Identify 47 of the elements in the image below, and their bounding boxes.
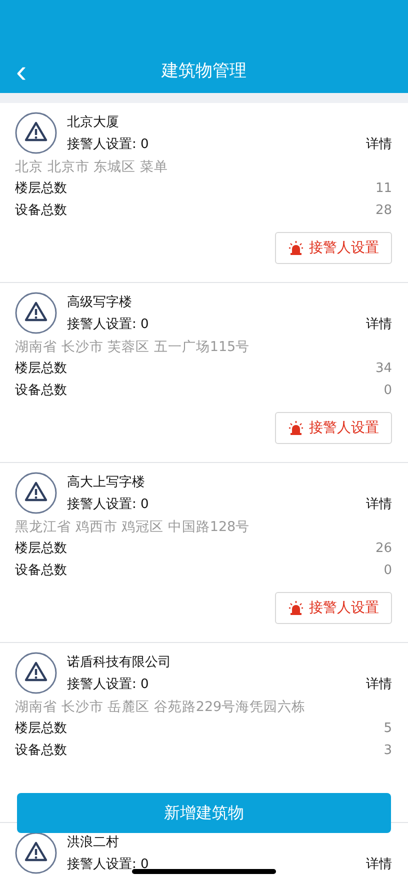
building-name: 北京大厦	[67, 115, 120, 131]
building-address: 黑龙江省 鸡西市 鸡冠区 中国路128号	[15, 518, 251, 536]
warning-icon	[15, 652, 57, 694]
stat-value: 0	[384, 382, 392, 400]
detail-link[interactable]: 详情	[366, 857, 392, 873]
warning-icon	[15, 472, 57, 514]
detail-link[interactable]: 详情	[366, 677, 392, 693]
stat-label: 设备总数	[15, 742, 67, 760]
alarm-contact-count: 接警人设置: 0	[67, 137, 149, 153]
warning-icon	[15, 112, 57, 154]
alarm-contact-count: 接警人设置: 0	[67, 497, 149, 513]
stat-value: 28	[375, 202, 392, 220]
alarm-settings-button[interactable]: 接警人设置	[275, 592, 392, 624]
detail-link[interactable]: 详情	[366, 317, 392, 333]
stat-label: 楼层总数	[15, 720, 67, 738]
building-name: 洪浪二村	[67, 835, 120, 851]
stat-label: 设备总数	[15, 382, 67, 400]
stat-value: 5	[384, 720, 392, 738]
stat-value: 34	[375, 360, 392, 378]
warning-icon	[15, 832, 57, 874]
siren-icon	[288, 420, 304, 436]
stat-value: 11	[375, 180, 392, 198]
building-address: 湖南省 长沙市 岳麓区 谷苑路229号海凭园六栋	[15, 698, 307, 716]
building-name: 诺盾科技有限公司	[67, 655, 172, 671]
building-address: 湖南省 长沙市 芙蓉区 五一广场115号	[15, 338, 251, 356]
alarm-contact-count: 接警人设置: 0	[67, 857, 149, 873]
warning-icon	[15, 292, 57, 334]
siren-icon	[288, 240, 304, 256]
stat-label: 设备总数	[15, 562, 67, 580]
alarm-contact-count: 接警人设置: 0	[67, 677, 149, 693]
stat-label: 楼层总数	[15, 180, 67, 198]
stat-label: 楼层总数	[15, 360, 67, 378]
stat-value: 26	[375, 540, 392, 558]
alarm-contact-count: 接警人设置: 0	[67, 317, 149, 333]
building-address: 北京 北京市 东城区 菜单	[15, 158, 169, 176]
stat-label: 楼层总数	[15, 540, 67, 558]
alarm-settings-button[interactable]: 接警人设置	[275, 412, 392, 444]
detail-link[interactable]: 详情	[366, 497, 392, 513]
siren-icon	[288, 600, 304, 616]
alarm-settings-button[interactable]: 接警人设置	[275, 232, 392, 264]
building-name: 高大上写字楼	[67, 475, 146, 491]
page-title: 建筑物管理	[162, 60, 246, 83]
detail-link[interactable]: 详情	[366, 137, 392, 153]
stat-label: 设备总数	[15, 202, 67, 220]
building-name: 高级写字楼	[67, 295, 133, 311]
stat-value: 0	[384, 562, 392, 580]
stat-value: 3	[384, 742, 392, 760]
